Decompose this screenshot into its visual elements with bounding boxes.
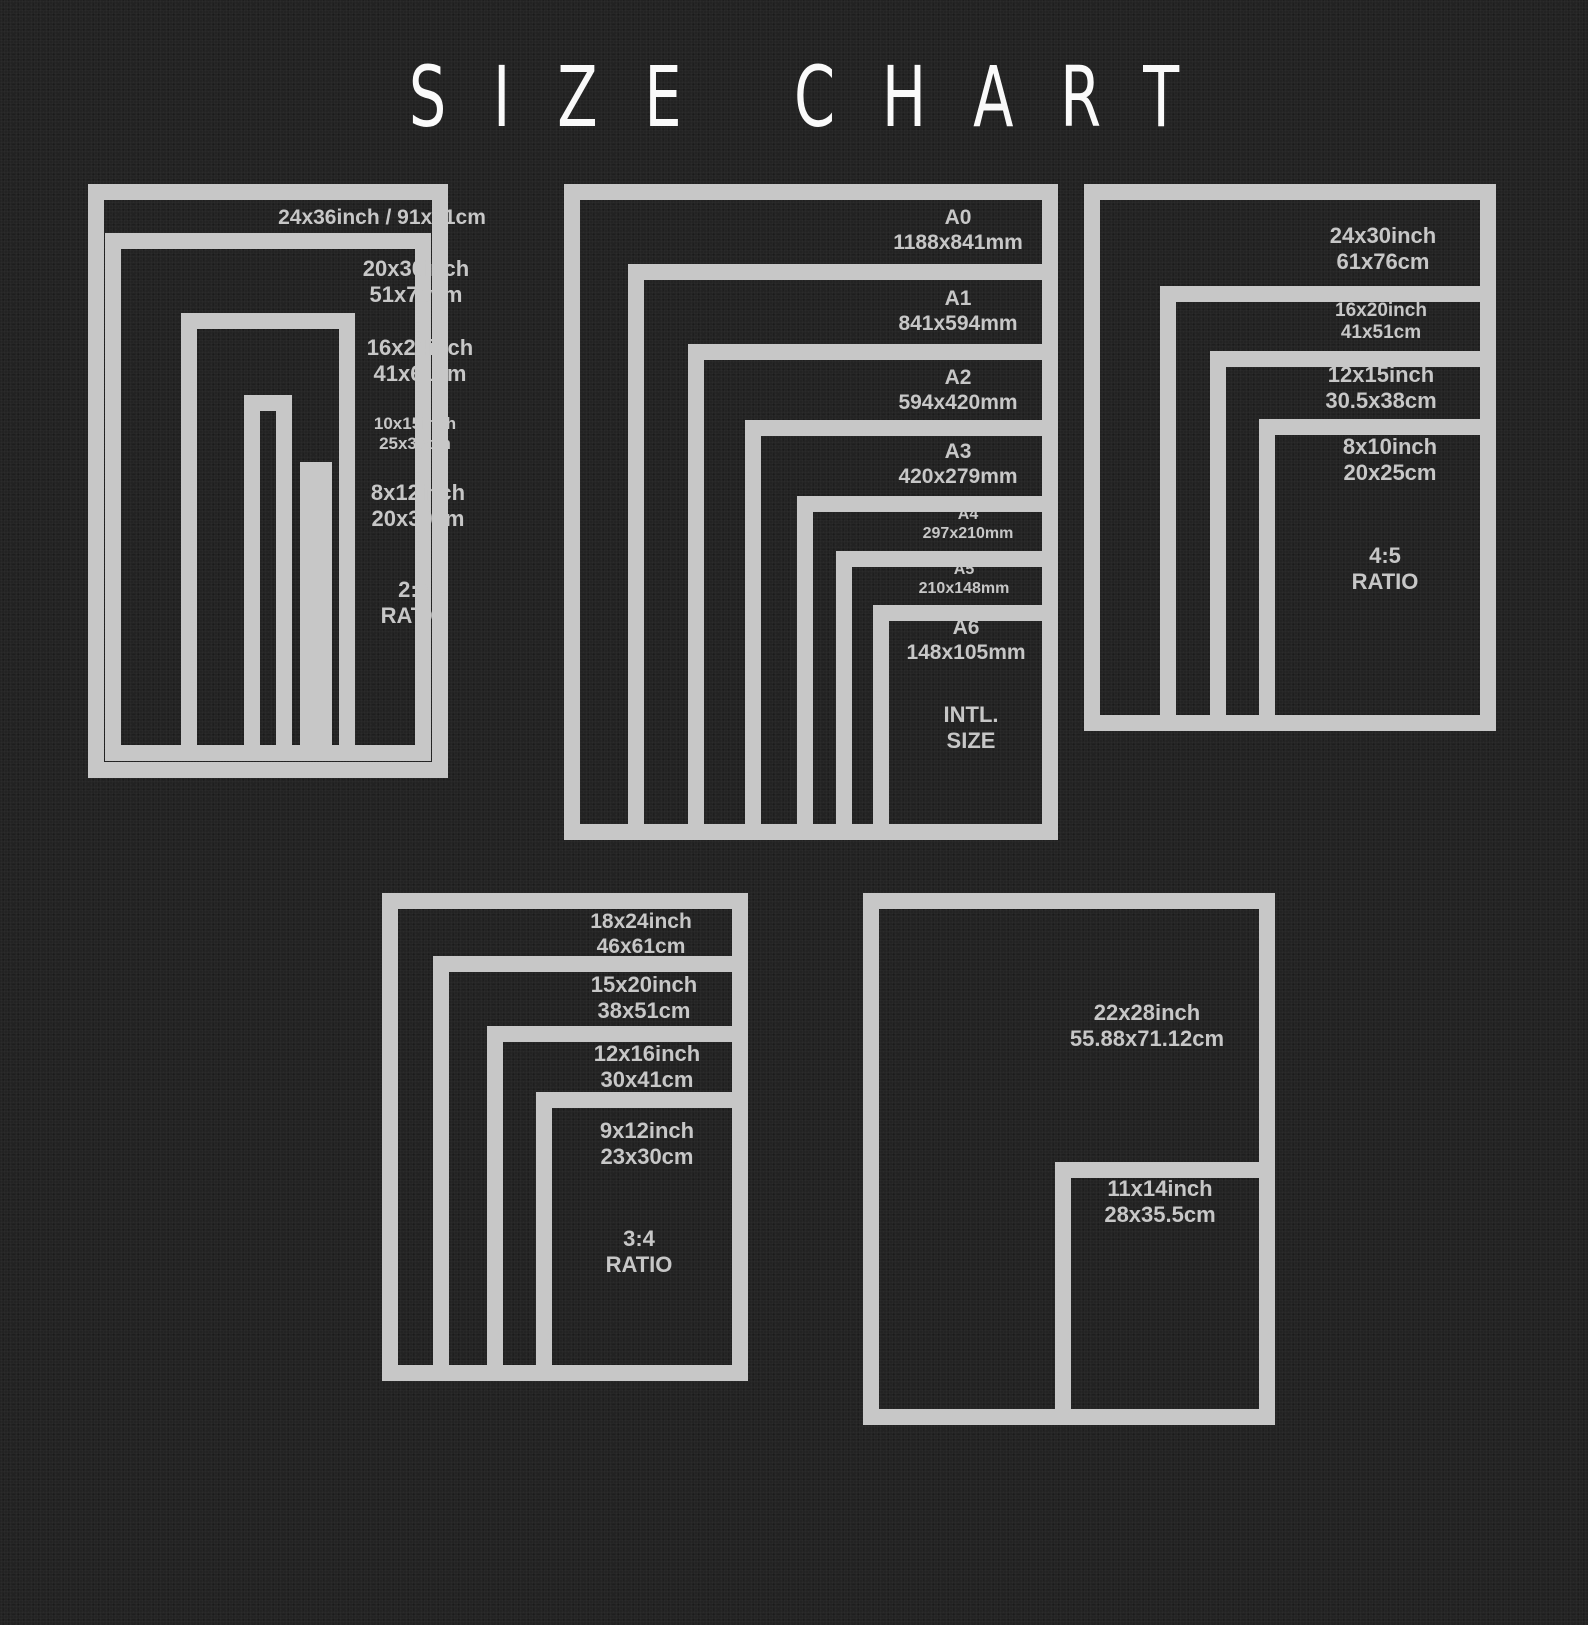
size-frame xyxy=(244,395,292,761)
size-label: A5 210x148mm xyxy=(919,561,1010,599)
size-label: 11x14inch 28x35.5cm xyxy=(1104,1176,1215,1228)
size-label-line: 55.88x71.12cm xyxy=(1069,1025,1225,1051)
size-label-line: 25x38cm xyxy=(379,434,451,454)
size-chart-canvas: SIZE CHART 24x36inch / 91x61cm 20x30inch 5… xyxy=(0,0,1588,1625)
size-label-line: 24x36inch / 91x61cm xyxy=(278,206,486,229)
size-label: 22x28inch 55.88x71.12cm xyxy=(1070,1000,1224,1052)
size-label-line: 22x28inch xyxy=(1093,1000,1201,1025)
size-label-line: A3 xyxy=(944,440,972,463)
size-label: 16x20inch 41x51cm xyxy=(1335,300,1427,345)
size-label-line: 28x35.5cm xyxy=(1104,1201,1216,1227)
size-label: 24x30inch 61x76cm xyxy=(1330,223,1436,275)
ratio-label-line: 3:4 xyxy=(623,1226,655,1251)
size-label-line: 15x20inch xyxy=(590,972,698,997)
size-label-line: 23x30cm xyxy=(600,1143,694,1169)
size-label: 16x24inch 41x61cm xyxy=(367,335,473,387)
size-label-line: 20x30inch xyxy=(362,256,470,281)
ratio-label-line: 4:5 xyxy=(1369,543,1401,568)
size-label: 8x12inch 20x30cm xyxy=(371,480,465,532)
size-label: 9x12inch 23x30cm xyxy=(600,1118,694,1170)
size-label-line: 16x24inch xyxy=(366,335,474,360)
size-label-line: 20x25cm xyxy=(1343,459,1437,485)
size-label-line: 11x14inch xyxy=(1107,1176,1213,1201)
size-label-line: 24x30inch xyxy=(1329,223,1437,248)
size-label-line: 594x420mm xyxy=(898,390,1018,414)
size-label-line: 38x51cm xyxy=(597,997,691,1023)
size-label-line: 8x10inch xyxy=(1342,434,1438,459)
size-label-line: A2 xyxy=(944,366,972,389)
size-label-line: 210x148mm xyxy=(918,579,1010,597)
size-label: 8x10inch 20x25cm xyxy=(1343,434,1437,486)
size-label: 10x15inch 25x38cm xyxy=(374,414,456,454)
size-label-line: 30x41cm xyxy=(600,1066,694,1092)
size-label: A4 297x210mm xyxy=(923,506,1014,544)
ratio-label-line: RATIO xyxy=(380,602,448,628)
size-label-line: 41x61cm xyxy=(373,360,467,386)
size-label-line: 148x105mm xyxy=(906,640,1026,664)
size-label-line: 51x76vm xyxy=(369,281,463,307)
page-title: SIZE CHART xyxy=(408,48,1226,146)
ratio-label: INTL. SIZE xyxy=(944,702,999,754)
size-label-line: A1 xyxy=(944,287,972,310)
size-label-line: A0 xyxy=(944,206,972,229)
size-label-line: 20x30cm xyxy=(371,505,465,531)
ratio-label-line: INTL. xyxy=(943,702,999,727)
ratio-label: 3:4 RATIO xyxy=(606,1226,673,1278)
ratio-label-line: 2:3 xyxy=(398,577,430,602)
size-label: 12x16inch 30x41cm xyxy=(594,1041,700,1093)
size-label: A1 841x594mm xyxy=(898,287,1017,337)
size-label-line: 10x15inch xyxy=(373,414,457,433)
size-label-line: A6 xyxy=(952,616,980,639)
size-label-line: 1188x841mm xyxy=(893,230,1023,254)
ratio-label-line: RATIO xyxy=(605,1251,673,1277)
size-frame xyxy=(300,462,332,761)
ratio-label: 2:3 RATIO xyxy=(381,577,448,629)
size-label-line: 30.5x38cm xyxy=(1325,387,1437,413)
size-label: A2 594x420mm xyxy=(898,366,1017,416)
size-label-line: 61x76cm xyxy=(1336,248,1430,274)
size-label-line: 420x279mm xyxy=(898,464,1018,488)
ratio-label: 4:5 RATIO xyxy=(1352,543,1419,595)
size-label-line: 16x20inch xyxy=(1335,300,1427,321)
size-label-line: 46x61cm xyxy=(596,934,686,958)
size-label: A6 148x105mm xyxy=(906,616,1025,666)
size-label-line: 12x16inch xyxy=(593,1041,701,1066)
size-label-line: 12x15inch xyxy=(1327,362,1435,387)
size-label: A3 420x279mm xyxy=(898,440,1017,490)
size-label-line: 841x594mm xyxy=(898,311,1018,335)
size-label-line: 41x51cm xyxy=(1340,322,1422,344)
size-label: 12x15inch 30.5x38cm xyxy=(1325,362,1436,414)
ratio-label-line: SIZE xyxy=(946,727,996,753)
size-label: 20x30inch 51x76vm xyxy=(363,256,469,308)
size-label-line: A5 xyxy=(953,561,975,578)
size-label: 15x20inch 38x51cm xyxy=(591,972,697,1024)
size-label: A0 1188x841mm xyxy=(893,206,1023,256)
size-label-line: 9x12inch xyxy=(599,1118,695,1143)
size-label: 24x36inch / 91x61cm xyxy=(278,206,486,231)
size-label-line: 297x210mm xyxy=(922,524,1014,542)
ratio-label-line: RATIO xyxy=(1351,568,1419,594)
size-label-line: 18x24inch xyxy=(590,910,692,933)
size-label-line: A4 xyxy=(957,506,979,523)
size-label-line: 8x12inch xyxy=(370,480,466,505)
size-label: 18x24inch 46x61cm xyxy=(590,910,692,960)
